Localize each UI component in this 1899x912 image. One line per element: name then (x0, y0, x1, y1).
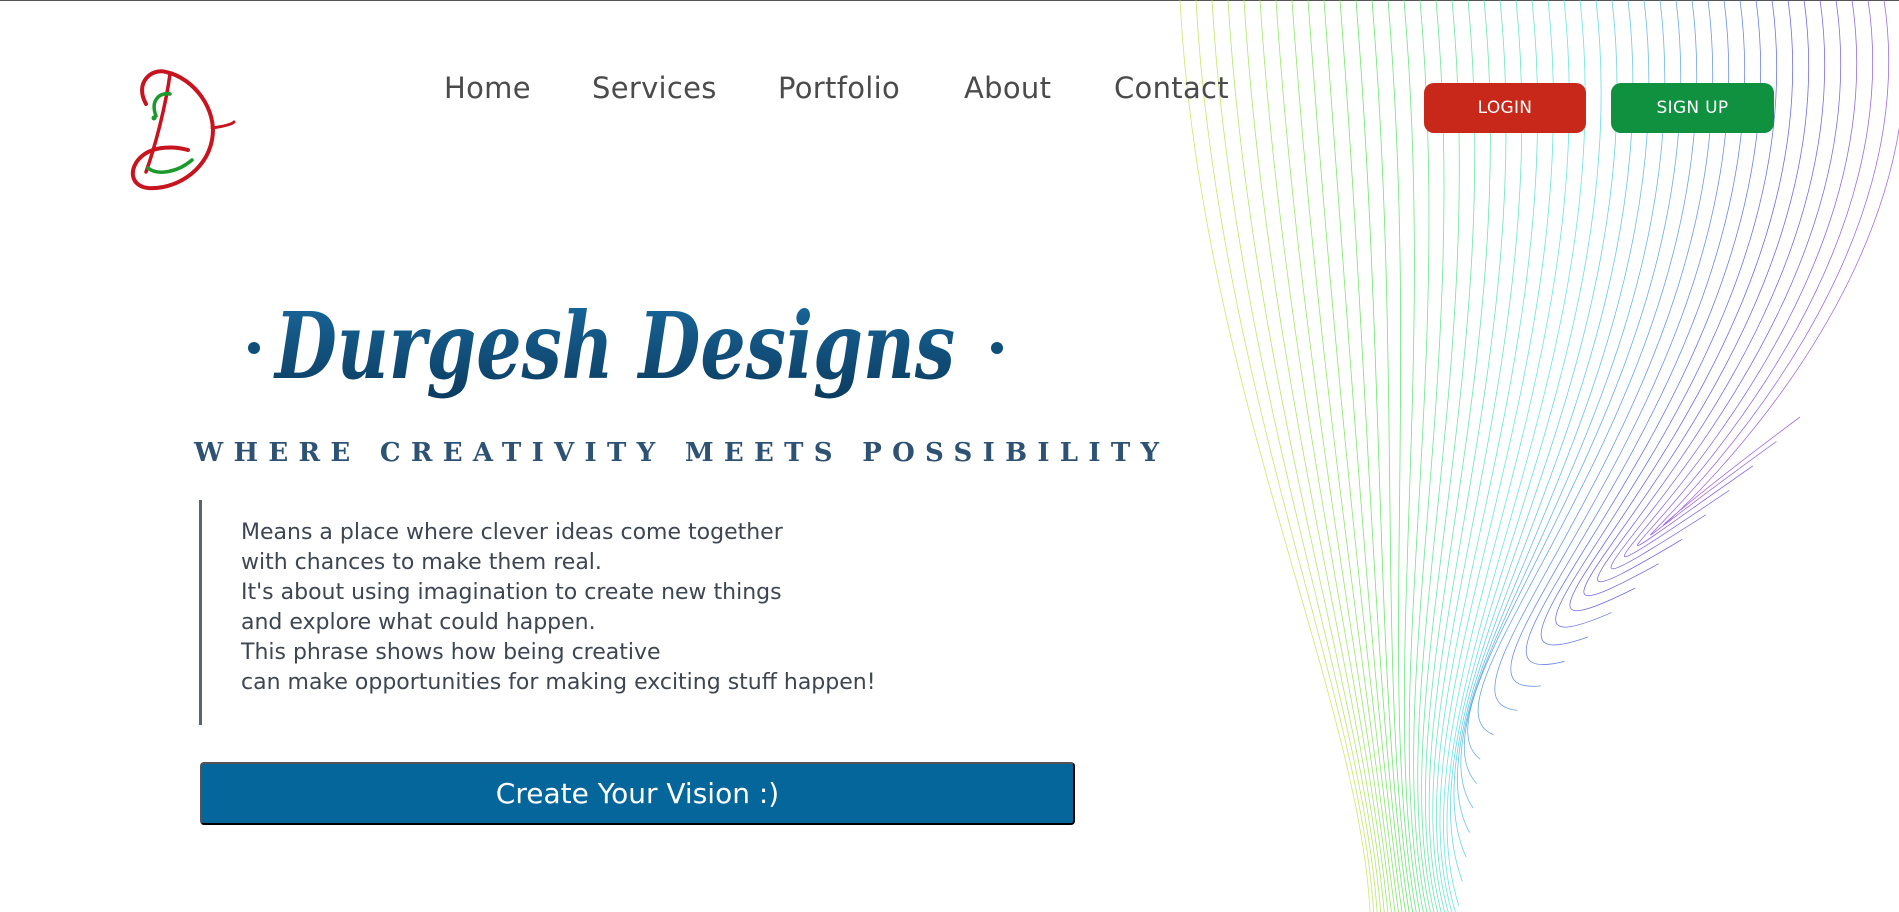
decorative-sweep-line (1307, 0, 1399, 912)
hero-tagline: WHERE CREATIVITY MEETS POSSIBILITY (194, 438, 1170, 468)
decorative-sweep-line (1421, 0, 1476, 912)
hero-title: Durgesh Designs (248, 292, 1003, 400)
decorative-sweep-line (1211, 0, 1378, 912)
hero-description-quote: Means a place where clever ideas come to… (199, 500, 882, 725)
decorative-sweep-line (1195, 0, 1374, 912)
title-dot-right (991, 342, 1003, 354)
decorative-sweep-line (1408, 0, 1430, 912)
decorative-sweep-line (1323, 0, 1403, 912)
description-line: It's about using imagination to create n… (241, 580, 782, 605)
decorative-sweep-line (1179, 0, 1371, 912)
decorative-sweep-line (1446, 0, 1586, 907)
decorative-sweep-line (1432, 0, 1523, 912)
decorative-sweep-line (1355, 0, 1410, 912)
decorative-sweep-line (1243, 0, 1385, 912)
decorative-sweep-line (1443, 0, 1570, 912)
hero-title-text: Durgesh Designs (273, 292, 955, 400)
landing-page: Home Services Portfolio About Contact LO… (0, 0, 1899, 912)
decorative-sweep-line (1339, 0, 1406, 912)
signup-button[interactable]: SIGN UP (1611, 83, 1774, 133)
login-button[interactable]: LOGIN (1424, 83, 1586, 133)
decorative-sweep-line (1291, 0, 1396, 912)
decorative-sweep-line (1259, 0, 1389, 912)
decorative-sweep-line (1413, 0, 1445, 912)
nav-home-link[interactable]: Home (444, 71, 531, 105)
description-line: and explore what could happen. (241, 610, 596, 635)
decorative-sweep-line (1436, 0, 1539, 912)
decorative-sweep-line (1650, 0, 1890, 536)
decorative-sweep-line (1387, 0, 1417, 912)
nav-about-link[interactable]: About (964, 71, 1051, 105)
nav-contact-link[interactable]: Contact (1114, 71, 1229, 105)
description-line: with chances to make them real. (241, 550, 602, 575)
create-your-vision-button[interactable]: Create Your Vision :) (200, 762, 1075, 825)
decorative-sweep-line (1371, 0, 1414, 912)
description-line: Means a place where clever ideas come to… (241, 520, 783, 545)
decorative-sweep-line (1403, 0, 1421, 912)
title-dot-left (248, 342, 260, 354)
decorative-sweep-line (1439, 0, 1554, 912)
script-d-logo-icon[interactable] (126, 64, 236, 198)
decorative-sweep-line (1637, 0, 1874, 546)
decorative-sweep-line (1275, 0, 1392, 912)
nav-services-link[interactable]: Services (592, 71, 717, 105)
decorative-sweep-line (1663, 125, 1899, 526)
description-line: This phrase shows how being creative (241, 640, 661, 665)
decorative-sweep-line (1428, 0, 1507, 912)
decorative-sweep-line (1417, 0, 1460, 912)
decorative-sweep-line (1425, 0, 1491, 912)
decorative-sweep-line (1227, 0, 1382, 912)
decorative-line-pattern (1179, 0, 1899, 912)
description-line: can make opportunities for making exciti… (241, 670, 876, 695)
nav-portfolio-link[interactable]: Portfolio (778, 71, 900, 105)
top-border (0, 0, 1899, 1)
